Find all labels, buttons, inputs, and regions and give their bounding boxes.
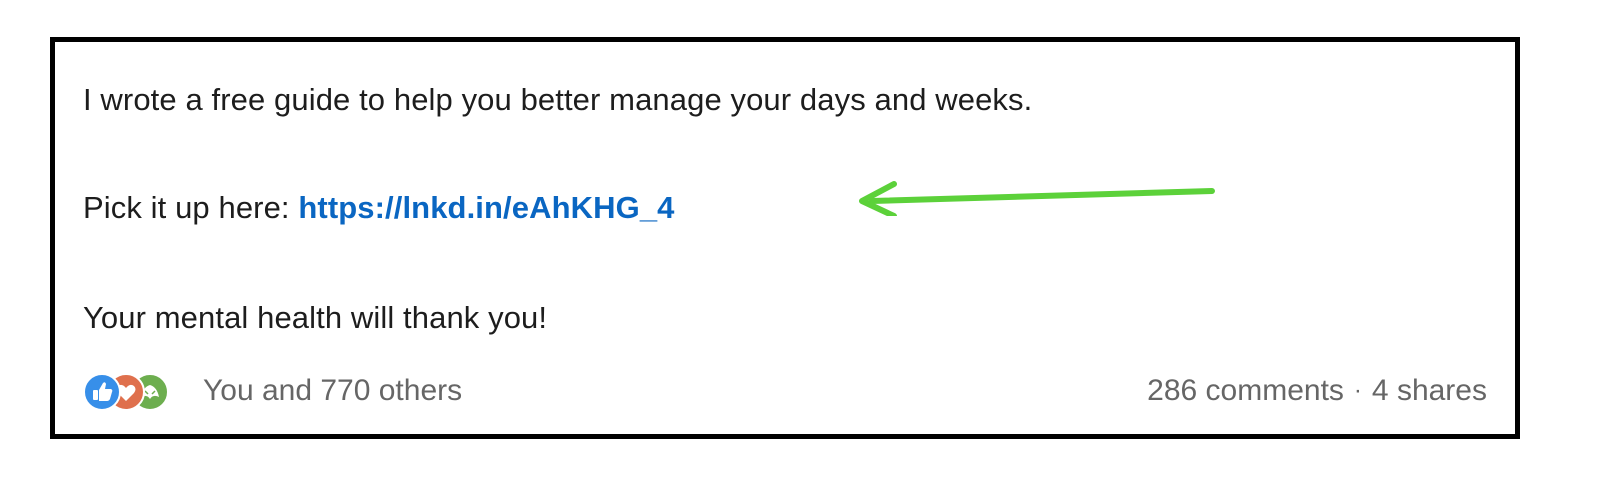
reaction-icons	[83, 371, 195, 411]
like-icon	[83, 373, 121, 411]
arrow-left-icon	[859, 181, 1215, 216]
guide-link[interactable]: https://lnkd.in/eAhKHG_4	[298, 190, 674, 225]
stats-separator: ·	[1353, 377, 1362, 404]
post-text-line-1: I wrote a free guide to help you better …	[83, 82, 1033, 117]
shares-count[interactable]: 4 shares	[1372, 374, 1487, 408]
comments-count[interactable]: 286 comments	[1147, 374, 1344, 408]
social-counts-bar: You and 770 others 286 comments · 4 shar…	[83, 368, 1487, 414]
reactions-summary[interactable]: You and 770 others	[83, 368, 462, 414]
post-stats: 286 comments · 4 shares	[1147, 368, 1487, 414]
post-text-line-3: Your mental health will thank you!	[83, 300, 548, 335]
post-text-line-2: Pick it up here: https://lnkd.in/eAhKHG_…	[83, 190, 675, 226]
link-prefix-text: Pick it up here:	[83, 190, 299, 225]
post-card: I wrote a free guide to help you better …	[50, 37, 1520, 439]
reactions-count-text[interactable]: You and 770 others	[203, 374, 462, 408]
